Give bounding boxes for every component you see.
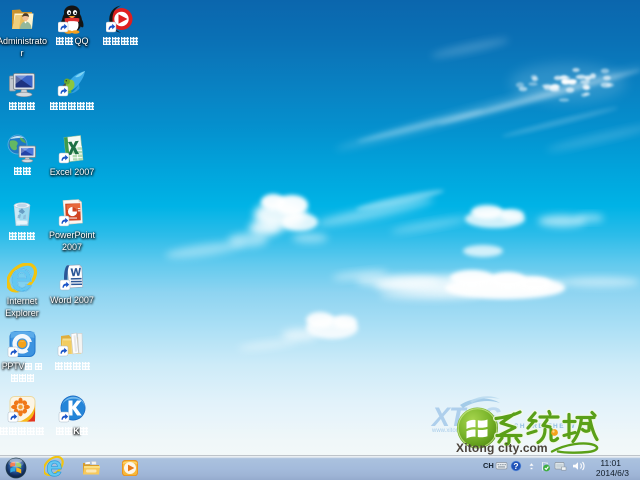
svg-text:e: e bbox=[10, 263, 33, 294]
svg-text:e: e bbox=[46, 456, 62, 478]
svg-text:?: ? bbox=[513, 461, 518, 471]
